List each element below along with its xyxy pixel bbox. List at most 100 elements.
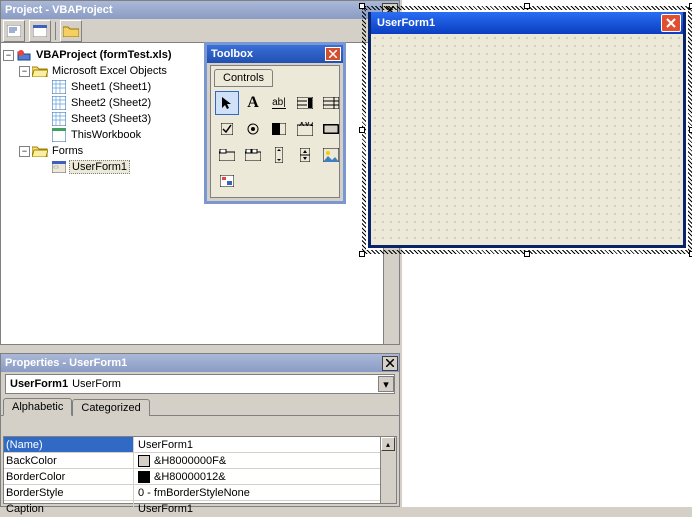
close-icon (386, 359, 394, 367)
color-swatch (138, 471, 150, 483)
toolbox-titlebar[interactable]: Toolbox (207, 45, 343, 63)
view-code-button[interactable] (3, 20, 25, 42)
button-icon (323, 124, 339, 134)
tool-togglebutton[interactable] (267, 117, 291, 141)
tree-label: Sheet3 (Sheet3) (69, 113, 153, 125)
tool-multipage[interactable] (241, 143, 265, 167)
tool-image[interactable] (319, 143, 343, 167)
resize-grip[interactable] (524, 3, 530, 9)
toolbox-window[interactable]: Toolbox Controls A ab| xvz (204, 42, 346, 204)
tool-checkbox[interactable] (215, 117, 239, 141)
form-icon (33, 25, 47, 37)
project-titlebar: Project - VBAProject (1, 1, 399, 19)
dropdown-button[interactable]: ▾ (378, 376, 394, 392)
tool-combobox[interactable] (293, 91, 317, 115)
userform-window[interactable]: UserForm1 (368, 12, 686, 248)
tool-optionbutton[interactable] (241, 117, 265, 141)
toolbox-tab-controls[interactable]: Controls (214, 69, 273, 87)
tab-categorized[interactable]: Categorized (72, 399, 149, 416)
spin-icon (300, 148, 310, 162)
properties-panel: Properties - UserForm1 UserForm1 UserFor… (0, 353, 400, 507)
resize-grip[interactable] (359, 251, 365, 257)
worksheet-icon (51, 112, 67, 126)
properties-titlebar: Properties - UserForm1 (1, 354, 399, 372)
image-icon (323, 148, 339, 162)
properties-close-button[interactable] (382, 356, 398, 371)
resize-grip[interactable] (524, 251, 530, 257)
property-row[interactable]: BorderStyle 0 - fmBorderStyleNone (4, 485, 396, 501)
tool-spinbutton[interactable] (293, 143, 317, 167)
prop-name: BorderColor (4, 469, 134, 485)
object-name: UserForm1 (6, 378, 72, 390)
property-row[interactable]: BackColor &H8000000F& (4, 453, 396, 469)
frame-icon: xvz (297, 122, 313, 136)
close-icon (329, 50, 337, 58)
combobox-icon (297, 97, 313, 109)
tool-scrollbar[interactable] (267, 143, 291, 167)
toolbox-title: Toolbox (211, 48, 253, 60)
userform-container: UserForm1 (362, 6, 692, 254)
toggle-icon (272, 123, 286, 135)
project-toolbar (1, 19, 399, 43)
property-row[interactable]: Caption UserForm1 (4, 501, 396, 517)
tabstrip-icon (219, 149, 235, 161)
expander-icon[interactable]: − (19, 146, 30, 157)
tool-listbox[interactable] (319, 91, 343, 115)
tool-textbox[interactable]: ab| (267, 91, 291, 115)
resize-grip[interactable] (359, 127, 365, 133)
vba-project-icon (16, 48, 32, 62)
tree-label: Microsoft Excel Objects (50, 65, 169, 77)
tool-frame[interactable]: xvz (293, 117, 317, 141)
folder-open-icon (32, 65, 48, 77)
radio-icon (247, 123, 259, 135)
property-tabs: Alphabetic Categorized (1, 396, 399, 416)
expander-icon[interactable]: − (3, 50, 14, 61)
expander-icon[interactable]: − (19, 66, 30, 77)
color-swatch (138, 455, 150, 467)
prop-value[interactable]: &H8000000F& (134, 453, 396, 469)
userform-titlebar[interactable]: UserForm1 (371, 12, 683, 34)
object-selector[interactable]: UserForm1 UserForm ▾ (5, 374, 395, 394)
prop-value[interactable]: UserForm1 (134, 437, 396, 453)
label-icon: A (247, 94, 259, 112)
textbox-icon: ab| (272, 97, 286, 109)
checkbox-icon (221, 123, 233, 135)
toolbox-close-button[interactable] (325, 47, 341, 61)
close-icon (666, 18, 676, 28)
folder-open-icon (32, 145, 48, 157)
tree-label: Sheet2 (Sheet2) (69, 97, 153, 109)
form-designer-surface[interactable]: UserForm1 (402, 0, 692, 507)
userform-title: UserForm1 (377, 17, 435, 29)
listbox-icon (323, 97, 339, 109)
properties-scrollbar[interactable]: ▴ (380, 437, 396, 503)
multipage-icon (245, 149, 261, 161)
prop-value-text: &H80000012& (154, 471, 226, 483)
tool-select[interactable] (215, 91, 239, 115)
userform-body[interactable] (371, 34, 683, 245)
prop-value[interactable]: UserForm1 (134, 501, 396, 517)
tool-commandbutton[interactable] (319, 117, 343, 141)
toggle-folders-button[interactable] (60, 20, 82, 42)
tool-tabstrip[interactable] (215, 143, 239, 167)
resize-grip[interactable] (359, 3, 365, 9)
property-row[interactable]: BorderColor &H80000012& (4, 469, 396, 485)
property-row[interactable]: (Name) UserForm1 (4, 437, 396, 453)
code-icon (7, 25, 21, 37)
tool-refedit[interactable] (215, 169, 239, 193)
view-object-button[interactable] (29, 20, 51, 42)
prop-value[interactable]: 0 - fmBorderStyleNone (134, 485, 396, 501)
prop-value[interactable]: &H80000012& (134, 469, 396, 485)
tree-label: UserForm1 (69, 160, 130, 174)
tab-alphabetic[interactable]: Alphabetic (3, 398, 72, 416)
userform-close-button[interactable] (661, 14, 681, 32)
prop-name: BorderStyle (4, 485, 134, 501)
tree-label: ThisWorkbook (69, 129, 143, 141)
prop-name: (Name) (4, 437, 134, 453)
tree-label: Sheet1 (Sheet1) (69, 81, 153, 93)
project-title: Project - VBAProject (5, 4, 113, 16)
worksheet-icon (51, 80, 67, 94)
tool-label[interactable]: A (241, 91, 265, 115)
scroll-up-button[interactable]: ▴ (381, 437, 395, 451)
worksheet-icon (51, 96, 67, 110)
object-type: UserForm (72, 378, 121, 390)
